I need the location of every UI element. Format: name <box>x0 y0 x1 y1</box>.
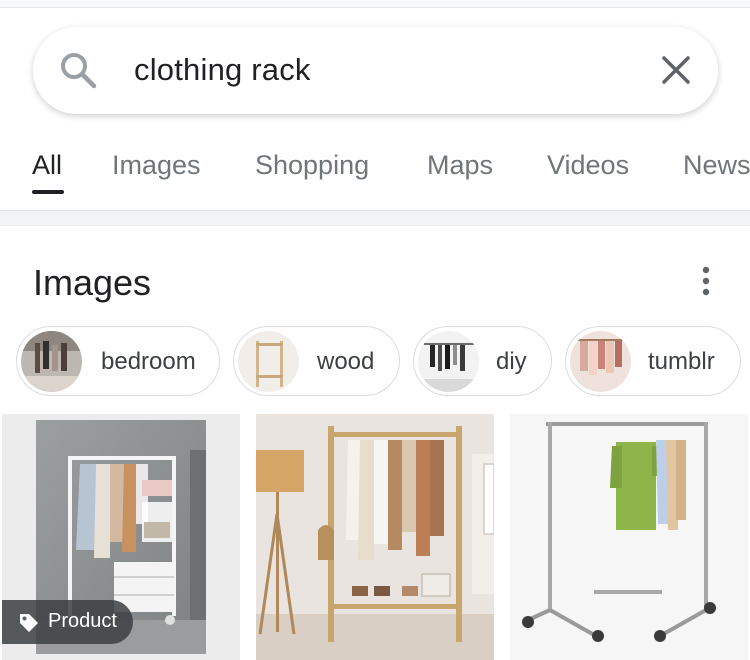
search-icon[interactable] <box>58 50 98 90</box>
more-vert-icon[interactable] <box>697 265 715 297</box>
chip-bedroom[interactable]: bedroom <box>16 326 220 396</box>
tab-news[interactable]: News <box>683 150 750 181</box>
product-badge: Product <box>2 600 133 644</box>
tab-videos[interactable]: Videos <box>547 150 629 181</box>
tab-maps[interactable]: Maps <box>427 150 493 181</box>
chip-thumbnail <box>418 331 479 392</box>
chip-label: wood <box>317 348 375 375</box>
image-result-chrome-rack[interactable] <box>510 414 748 660</box>
tab-shopping[interactable]: Shopping <box>255 150 369 181</box>
chip-thumbnail <box>570 331 631 392</box>
chip-tumblr[interactable]: tumblr <box>565 326 741 396</box>
chip-thumbnail <box>238 331 299 392</box>
chip-label: tumblr <box>648 348 715 375</box>
tag-icon <box>20 614 38 632</box>
chip-diy[interactable]: diy <box>413 326 552 396</box>
chip-label: diy <box>496 348 527 375</box>
chip-thumbnail <box>21 331 82 392</box>
images-section-title: Images <box>33 262 152 303</box>
active-tab-indicator <box>32 190 64 194</box>
chip-label: bedroom <box>101 348 196 375</box>
section-divider <box>0 210 750 226</box>
search-input[interactable]: clothing rack <box>134 52 311 88</box>
chip-wood[interactable]: wood <box>233 326 400 396</box>
close-icon[interactable] <box>660 54 692 86</box>
tab-all[interactable]: All <box>32 150 62 181</box>
tab-images[interactable]: Images <box>112 150 201 181</box>
search-tabs: All Images Shopping Maps Videos News <box>0 140 750 200</box>
browser-top-edge <box>0 0 750 8</box>
image-result-wood-rack[interactable] <box>256 414 494 660</box>
badge-label: Product <box>48 610 117 632</box>
